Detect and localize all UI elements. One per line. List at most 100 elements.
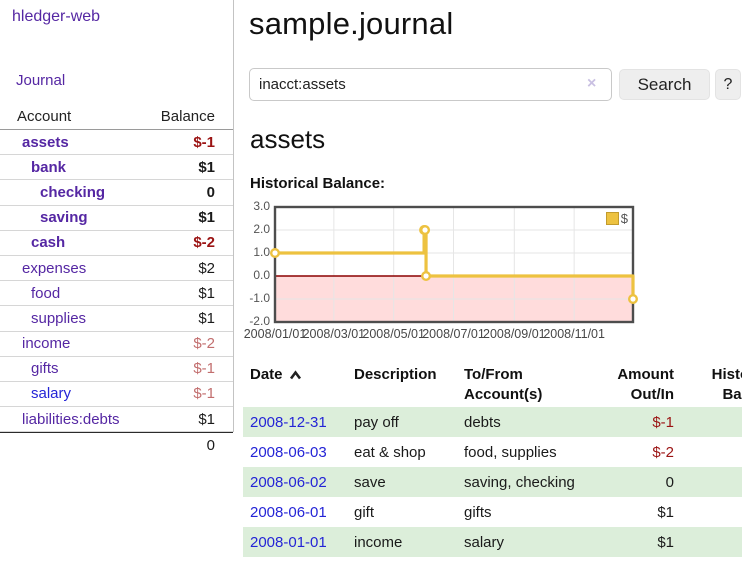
date-header[interactable]: Date xyxy=(243,363,350,407)
y-tick-label: 1.0 xyxy=(230,245,270,259)
balance-chart: 3.02.01.00.0-1.0-2.0 2008/01/012008/03/0… xyxy=(275,207,633,322)
account-balance: $2 xyxy=(198,260,215,277)
x-tick-label: 2008/05/01 xyxy=(362,327,425,341)
account-balance: $-2 xyxy=(193,234,215,251)
acct-cell: debts xyxy=(460,407,586,437)
table-row: 2008-12-31pay offdebts$-1$-1 xyxy=(243,407,742,437)
sidebar-item-journal[interactable]: Journal xyxy=(16,72,65,89)
date-cell: 2008-06-02 xyxy=(243,467,350,497)
account-link[interactable]: cash xyxy=(0,234,65,251)
account-total-row: 0 xyxy=(0,432,233,454)
account-row: salary $-1 xyxy=(0,382,233,407)
page-title: sample.journal xyxy=(249,6,453,42)
account-row: expenses $2 xyxy=(0,256,233,281)
acct-cell: gifts xyxy=(460,497,586,527)
desc-cell: income xyxy=(350,527,460,557)
total-balance: 0 xyxy=(207,437,215,454)
account-link[interactable]: salary xyxy=(0,385,71,402)
bal-cell: 0 xyxy=(678,437,742,467)
account-row: food $1 xyxy=(0,281,233,306)
sort-ascending-icon xyxy=(289,370,302,380)
tofrom-header: To/From Account(s) xyxy=(460,363,586,407)
account-balance: $1 xyxy=(198,209,215,226)
acct-cell: salary xyxy=(460,527,586,557)
y-tick-label: 3.0 xyxy=(230,199,270,213)
table-row: 2008-01-01incomesalary$1$1 xyxy=(243,527,742,557)
account-link[interactable]: assets xyxy=(0,134,69,151)
account-link[interactable]: gifts xyxy=(0,360,59,377)
transaction-date-link[interactable]: 2008-06-03 xyxy=(250,444,327,461)
brand-link[interactable]: hledger-web xyxy=(12,8,100,26)
amt-cell: $1 xyxy=(586,497,678,527)
account-balance: $1 xyxy=(198,285,215,302)
description-header: Description xyxy=(350,363,460,407)
x-tick-label: 2008/01/01 xyxy=(244,327,307,341)
y-tick-label: -1.0 xyxy=(230,291,270,305)
balance-header: Historical Balance xyxy=(678,363,742,407)
search-form: × Search ? xyxy=(249,68,742,101)
account-balance: $1 xyxy=(198,159,215,176)
amount-header: Amount Out/In xyxy=(586,363,678,407)
main-content: sample.journal × Search ? assets Histori… xyxy=(249,0,742,582)
amt-cell: $-2 xyxy=(586,437,678,467)
account-link[interactable]: saving xyxy=(0,209,88,226)
x-tick-label: 2008/03/01 xyxy=(303,327,366,341)
account-link[interactable]: bank xyxy=(0,159,66,176)
acct-cell: food, supplies xyxy=(460,437,586,467)
desc-cell: save xyxy=(350,467,460,497)
search-input[interactable] xyxy=(249,68,612,101)
date-cell: 2008-06-01 xyxy=(243,497,350,527)
y-tick-label: 2.0 xyxy=(230,222,270,236)
account-balance: $1 xyxy=(198,310,215,327)
account-tree-header: Account Balance xyxy=(0,106,233,130)
account-balance: $-1 xyxy=(193,385,215,402)
balance-column-label: Balance xyxy=(161,108,215,125)
table-row: 2008-06-01 giftgifts$1$2 xyxy=(243,497,742,527)
transaction-date-link[interactable]: 2008-06-01 xyxy=(250,504,327,521)
y-tick-label: -2.0 xyxy=(230,314,270,328)
account-balance: $1 xyxy=(198,411,215,428)
bal-cell: $1 xyxy=(678,527,742,557)
legend-label: $ xyxy=(621,211,628,226)
legend-swatch-icon xyxy=(606,212,619,225)
register-header-row: Date Description To/From Account(s) Amou… xyxy=(243,363,742,407)
account-row: income $-2 xyxy=(0,332,233,357)
account-link[interactable]: food xyxy=(0,285,60,302)
search-button[interactable]: Search xyxy=(619,69,710,100)
account-heading: assets xyxy=(250,124,325,155)
bal-cell: $2 xyxy=(678,497,742,527)
transaction-date-link[interactable]: 2008-06-02 xyxy=(250,474,327,491)
account-link[interactable]: liabilities:debts xyxy=(0,411,120,428)
bal-cell: $-1 xyxy=(678,407,742,437)
desc-cell: gift xyxy=(350,497,460,527)
amt-cell: $-1 xyxy=(586,407,678,437)
y-tick-label: 0.0 xyxy=(230,268,270,282)
desc-cell: eat & shop xyxy=(350,437,460,467)
table-row: 2008-06-03 eat & shopfood, supplies$-20 xyxy=(243,437,742,467)
account-link[interactable]: expenses xyxy=(0,260,86,277)
account-link[interactable]: checking xyxy=(0,184,105,201)
x-tick-label: 2008/07/01 xyxy=(422,327,485,341)
account-row: assets$-1 xyxy=(0,130,233,155)
clear-search-icon[interactable]: × xyxy=(587,75,596,93)
transaction-date-link[interactable]: 2008-01-01 xyxy=(250,534,327,551)
hledger-web-app: hledger-web Journal Account Balance asse… xyxy=(0,0,742,582)
desc-cell: pay off xyxy=(350,407,460,437)
register-table: Date Description To/From Account(s) Amou… xyxy=(243,363,742,557)
account-balance: $-1 xyxy=(193,360,215,377)
account-row: checking0 xyxy=(0,180,233,205)
bal-cell: $2 xyxy=(678,467,742,497)
help-button[interactable]: ? xyxy=(715,69,741,100)
amt-cell: $1 xyxy=(586,527,678,557)
account-balance-panel: Account Balance assets$-1bank$1checking0… xyxy=(0,106,233,454)
account-link[interactable]: supplies xyxy=(0,310,86,327)
chart-legend: $ xyxy=(606,211,628,226)
account-balance: $-2 xyxy=(193,335,215,352)
chart-title: Historical Balance: xyxy=(250,175,385,192)
sidebar: hledger-web Journal Account Balance asse… xyxy=(0,0,234,432)
date-cell: 2008-06-03 xyxy=(243,437,350,467)
transaction-date-link[interactable]: 2008-12-31 xyxy=(250,414,327,431)
account-link[interactable]: income xyxy=(0,335,70,352)
account-row: saving $1 xyxy=(0,206,233,231)
account-row: supplies $1 xyxy=(0,306,233,331)
